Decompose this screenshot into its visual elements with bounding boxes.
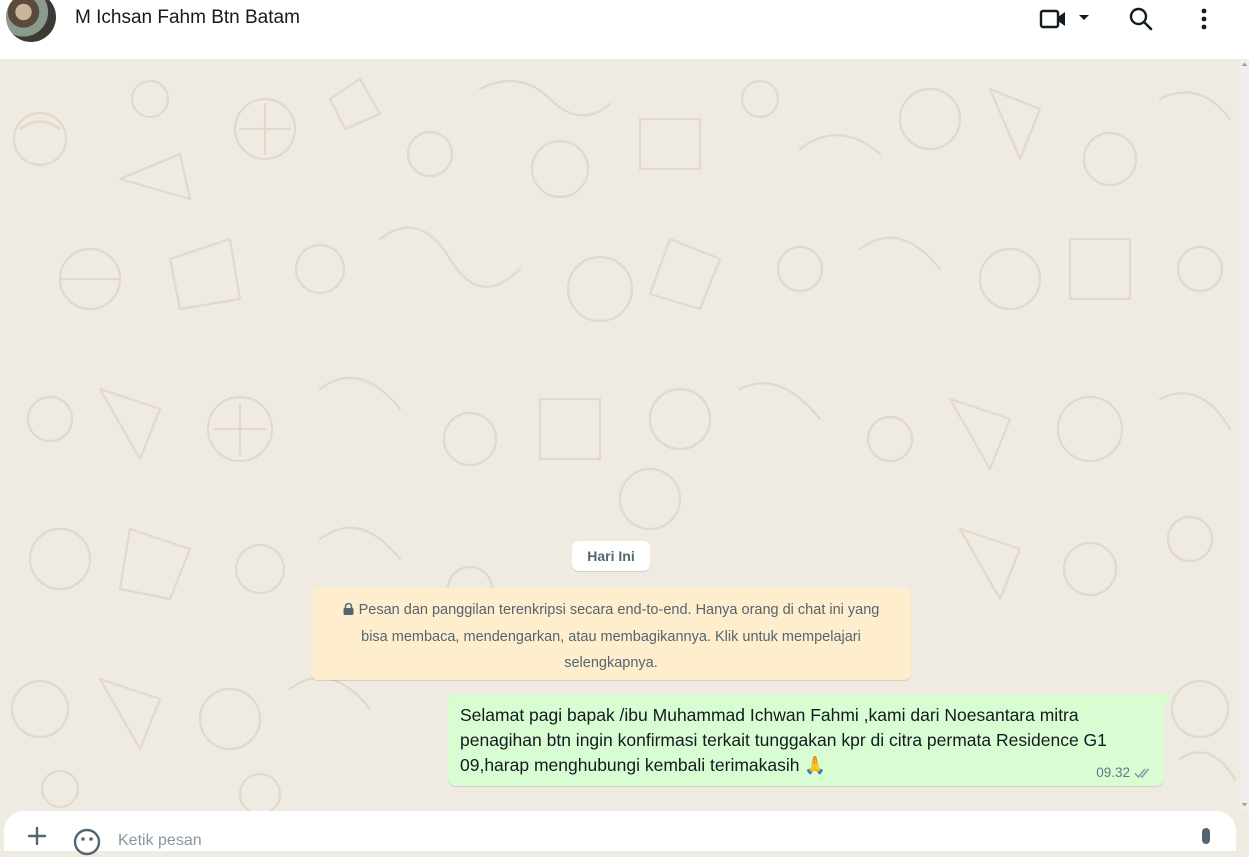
encryption-notice-text: Pesan dan panggilan terenkripsi secara e… (358, 602, 880, 671)
contact-avatar[interactable] (6, 0, 56, 42)
chat-scrollbar[interactable] (1240, 59, 1249, 811)
date-chip: Hari Ini (572, 541, 650, 571)
search-icon[interactable] (1127, 5, 1155, 33)
message-text: Selamat pagi bapak /ibu Muhammad Ichwan … (460, 705, 1107, 775)
scroll-up-arrow-icon[interactable] (1240, 60, 1249, 69)
message-composer (0, 811, 1240, 856)
message-input[interactable] (118, 829, 1118, 853)
video-call-icon[interactable] (1036, 6, 1070, 32)
chat-header: M Ichsan Fahm Btn Batam (0, 0, 1249, 59)
microphone-icon[interactable] (1198, 827, 1214, 853)
emoji-icon[interactable] (72, 827, 102, 857)
attach-plus-icon[interactable] (26, 825, 48, 847)
bubble-tail (1164, 694, 1173, 705)
chat-area: Hari Ini Pesan dan panggilan terenkripsi… (0, 59, 1240, 811)
chevron-down-icon[interactable] (1076, 10, 1092, 26)
kebab-menu-icon[interactable] (1192, 5, 1216, 33)
double-check-icon (1134, 768, 1150, 778)
scroll-down-arrow-icon[interactable] (1240, 800, 1249, 809)
contact-name[interactable]: M Ichsan Fahm Btn Batam (75, 7, 300, 29)
encryption-notice[interactable]: Pesan dan panggilan terenkripsi secara e… (311, 588, 911, 680)
message-meta: 09.32 (1096, 765, 1154, 780)
message-time: 09.32 (1096, 765, 1130, 780)
lock-icon (343, 603, 354, 615)
outgoing-message-bubble[interactable]: Selamat pagi bapak /ibu Muhammad Ichwan … (448, 694, 1164, 786)
composer-box (4, 811, 1236, 856)
